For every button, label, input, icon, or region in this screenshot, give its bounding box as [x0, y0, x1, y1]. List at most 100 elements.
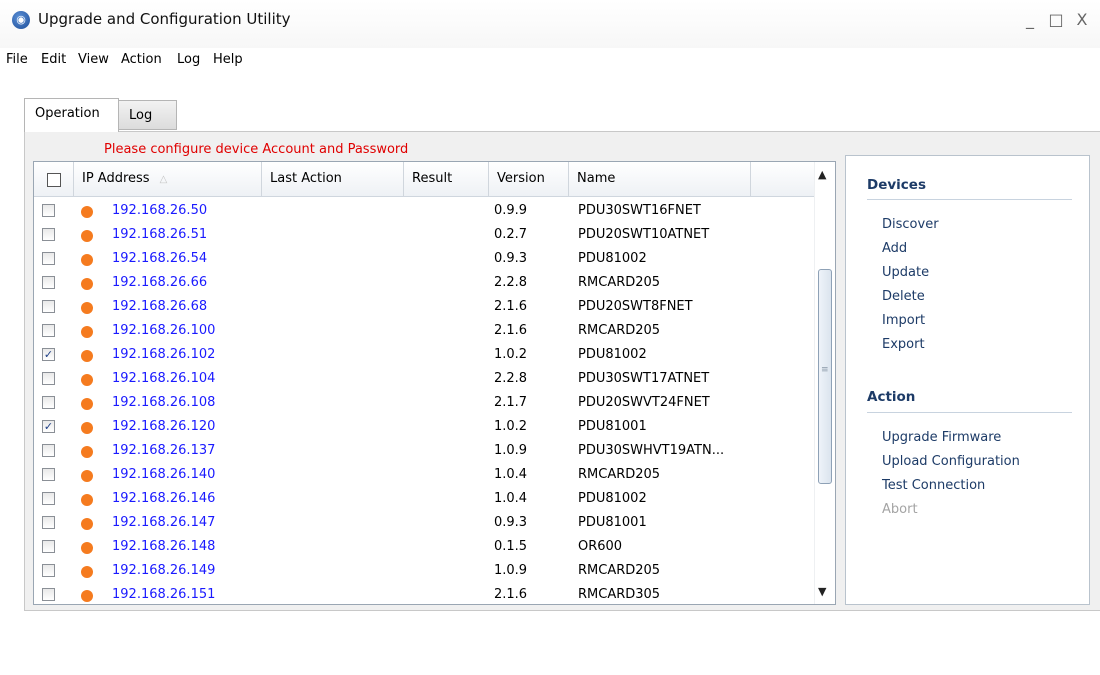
status-dot-icon [81, 590, 93, 602]
add-link[interactable]: Add [882, 241, 907, 256]
table-row[interactable]: 192.168.26.66 2.2.8 RMCARD205 [34, 275, 814, 299]
row-checkbox[interactable] [42, 588, 55, 601]
device-ip-link[interactable]: 192.168.26.147 [112, 515, 215, 530]
row-checkbox[interactable] [42, 444, 55, 457]
row-checkbox[interactable] [42, 300, 55, 313]
row-checkbox[interactable] [42, 204, 55, 217]
device-version: 2.1.7 [494, 395, 528, 410]
table-row[interactable]: 192.168.26.149 1.0.9 RMCARD205 [34, 563, 814, 587]
table-row[interactable]: 192.168.26.108 2.1.7 PDU20SWVT24FNET [34, 395, 814, 419]
device-ip-link[interactable]: 192.168.26.149 [112, 563, 215, 578]
menu-log[interactable]: Log [177, 52, 200, 67]
scroll-up-arrow-icon[interactable]: ▲ [818, 168, 826, 181]
upgrade-firmware-link[interactable]: Upgrade Firmware [882, 430, 1001, 445]
table-row[interactable]: 192.168.26.54 0.9.3 PDU81002 [34, 251, 814, 275]
device-ip-link[interactable]: 192.168.26.137 [112, 443, 215, 458]
menu-view[interactable]: View [78, 52, 109, 67]
status-dot-icon [81, 494, 93, 506]
device-grid: IP Address △ Last Action Result Version N… [33, 161, 836, 605]
device-ip-link[interactable]: 192.168.26.104 [112, 371, 215, 386]
table-row[interactable]: 192.168.26.148 0.1.5 OR600 [34, 539, 814, 563]
device-version: 1.0.9 [494, 443, 528, 458]
row-checkbox[interactable]: ✓ [42, 420, 55, 433]
scroll-thumb[interactable]: ≡ [818, 269, 832, 484]
column-version[interactable]: Version [489, 162, 569, 196]
table-row[interactable]: 192.168.26.68 2.1.6 PDU20SWT8FNET [34, 299, 814, 323]
row-checkbox[interactable]: ✓ [42, 348, 55, 361]
column-ip-address[interactable]: IP Address △ [74, 162, 262, 196]
device-ip-link[interactable]: 192.168.26.100 [112, 323, 215, 338]
minimize-button[interactable]: _ [1018, 6, 1042, 34]
vertical-scrollbar[interactable]: ▲ ≡ ▼ [814, 162, 835, 604]
row-checkbox[interactable] [42, 276, 55, 289]
status-dot-icon [81, 542, 93, 554]
table-row[interactable]: 192.168.26.140 1.0.4 RMCARD205 [34, 467, 814, 491]
scroll-down-arrow-icon[interactable]: ▼ [818, 585, 826, 598]
discover-link[interactable]: Discover [882, 217, 939, 232]
row-checkbox[interactable] [42, 564, 55, 577]
device-version: 0.9.3 [494, 251, 528, 266]
row-checkbox[interactable] [42, 372, 55, 385]
import-link[interactable]: Import [882, 313, 925, 328]
table-row[interactable]: ✓ 192.168.26.102 1.0.2 PDU81002 [34, 347, 814, 371]
maximize-button[interactable]: □ [1044, 6, 1068, 34]
close-button[interactable]: X [1070, 6, 1094, 34]
device-ip-link[interactable]: 192.168.26.50 [112, 203, 207, 218]
device-ip-link[interactable]: 192.168.26.140 [112, 467, 215, 482]
select-all-checkbox[interactable] [47, 173, 61, 187]
device-ip-link[interactable]: 192.168.26.54 [112, 251, 207, 266]
update-link[interactable]: Update [882, 265, 929, 280]
menu-bar: File Edit View Action Log Help [0, 50, 1100, 72]
tab-log[interactable]: Log [119, 100, 177, 130]
device-name: RMCARD205 [578, 323, 661, 338]
row-checkbox[interactable] [42, 468, 55, 481]
device-ip-link[interactable]: 192.168.26.120 [112, 419, 215, 434]
table-row[interactable]: 192.168.26.50 0.9.9 PDU30SWT16FNET [34, 203, 814, 227]
row-checkbox[interactable] [42, 492, 55, 505]
tab-operation[interactable]: Operation [24, 98, 119, 132]
table-row[interactable]: ✓ 192.168.26.120 1.0.2 PDU81001 [34, 419, 814, 443]
device-ip-link[interactable]: 192.168.26.68 [112, 299, 207, 314]
table-row[interactable]: 192.168.26.137 1.0.9 PDU30SWHVT19ATN... [34, 443, 814, 467]
device-name: PDU20SWT10ATNET [578, 227, 710, 242]
table-row[interactable]: 192.168.26.151 2.1.6 RMCARD305 [34, 587, 814, 604]
device-ip-link[interactable]: 192.168.26.51 [112, 227, 207, 242]
device-ip-link[interactable]: 192.168.26.102 [112, 347, 215, 362]
upload-configuration-link[interactable]: Upload Configuration [882, 454, 1020, 469]
device-name: RMCARD205 [578, 275, 661, 290]
device-version: 2.2.8 [494, 371, 528, 386]
status-dot-icon [81, 350, 93, 362]
device-name: RMCARD305 [578, 587, 661, 602]
column-last-action[interactable]: Last Action [262, 162, 404, 196]
row-checkbox[interactable] [42, 396, 55, 409]
column-ip-address-label: IP Address [82, 171, 150, 186]
device-name: PDU81002 [578, 491, 647, 506]
test-connection-link[interactable]: Test Connection [882, 478, 985, 493]
devices-heading: Devices [867, 177, 926, 193]
menu-edit[interactable]: Edit [41, 52, 66, 67]
row-checkbox[interactable] [42, 228, 55, 241]
export-link[interactable]: Export [882, 337, 925, 352]
device-version: 2.2.8 [494, 275, 528, 290]
table-row[interactable]: 192.168.26.146 1.0.4 PDU81002 [34, 491, 814, 515]
row-checkbox[interactable] [42, 324, 55, 337]
row-checkbox[interactable] [42, 540, 55, 553]
table-row[interactable]: 192.168.26.104 2.2.8 PDU30SWT17ATNET [34, 371, 814, 395]
column-result[interactable]: Result [404, 162, 489, 196]
table-row[interactable]: 192.168.26.100 2.1.6 RMCARD205 [34, 323, 814, 347]
table-row[interactable]: 192.168.26.51 0.2.7 PDU20SWT10ATNET [34, 227, 814, 251]
device-ip-link[interactable]: 192.168.26.151 [112, 587, 215, 602]
menu-file[interactable]: File [6, 52, 28, 67]
column-name[interactable]: Name [569, 162, 751, 196]
row-checkbox[interactable] [42, 252, 55, 265]
delete-link[interactable]: Delete [882, 289, 925, 304]
menu-help[interactable]: Help [213, 52, 243, 67]
device-ip-link[interactable]: 192.168.26.146 [112, 491, 215, 506]
device-ip-link[interactable]: 192.168.26.66 [112, 275, 207, 290]
device-ip-link[interactable]: 192.168.26.148 [112, 539, 215, 554]
menu-action[interactable]: Action [121, 52, 162, 67]
select-all-header [34, 162, 74, 196]
row-checkbox[interactable] [42, 516, 55, 529]
device-ip-link[interactable]: 192.168.26.108 [112, 395, 215, 410]
table-row[interactable]: 192.168.26.147 0.9.3 PDU81001 [34, 515, 814, 539]
